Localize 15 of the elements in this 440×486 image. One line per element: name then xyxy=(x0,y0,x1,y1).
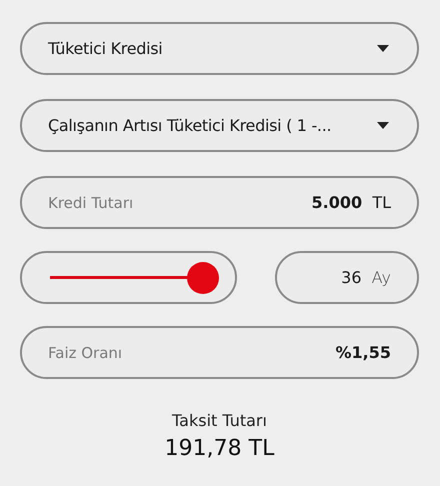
dropdown[interactable]: Tüketici Kredisi xyxy=(20,22,419,75)
field-label: Kredi Tutarı xyxy=(48,194,134,212)
term-field[interactable]: 36 Ay xyxy=(275,251,419,304)
dropdown[interactable]: Çalışanın Artısı Tüketici Kredisi ( 1 -... xyxy=(20,99,419,152)
caret-icon xyxy=(377,122,389,129)
result-value: 191,78 TL xyxy=(164,436,274,461)
field-label: Faiz Oranı xyxy=(48,344,122,362)
caret-icon xyxy=(377,45,389,52)
term-value: 36 Ay xyxy=(341,268,391,287)
amount-value: 5.000 TL xyxy=(312,193,391,212)
slider-thumb[interactable] xyxy=(187,262,219,294)
amount-field[interactable]: Kredi Tutarı 5.000 TL xyxy=(20,176,419,229)
rate-value: %1,55 xyxy=(335,343,391,362)
result-label: Taksit Tutarı xyxy=(172,411,267,430)
term-slider[interactable] xyxy=(20,251,237,304)
